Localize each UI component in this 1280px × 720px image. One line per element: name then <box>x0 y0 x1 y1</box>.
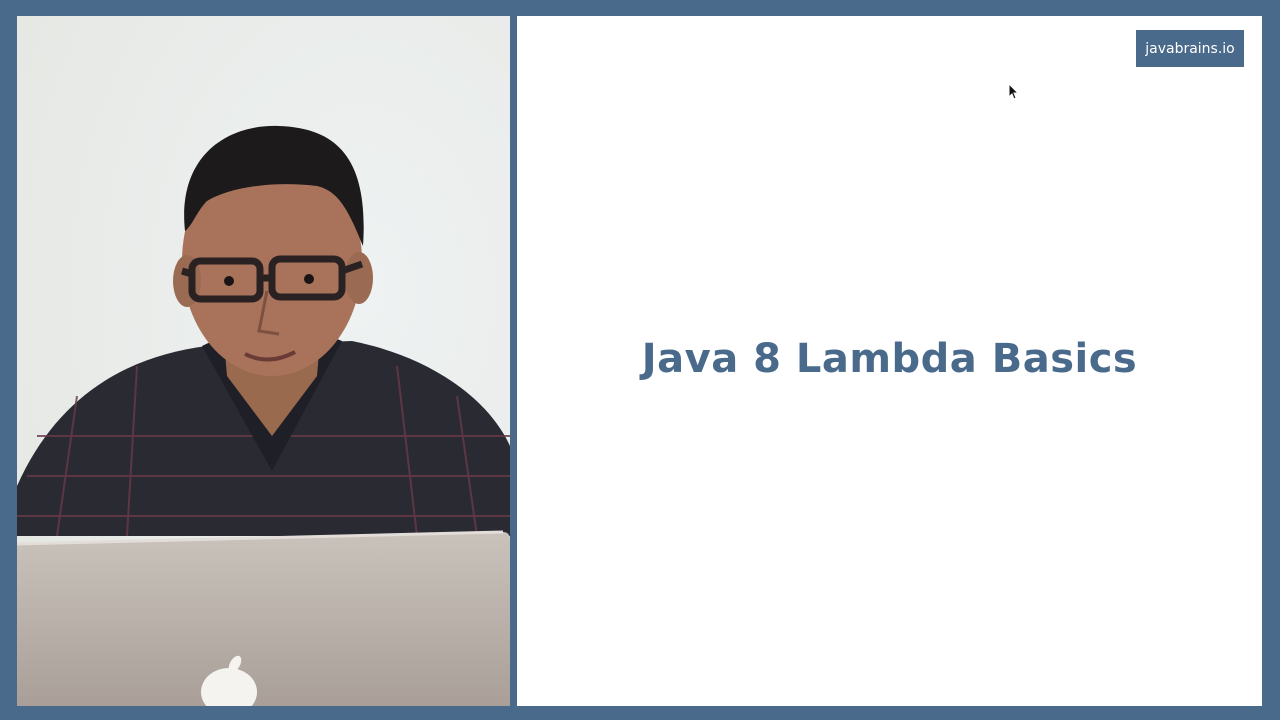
brand-badge: javabrains.io <box>1136 30 1244 67</box>
video-frame: Java 8 Lambda Basics javabrains.io <box>0 0 1280 720</box>
presenter-image <box>17 16 510 706</box>
presenter-eye-left <box>224 276 234 286</box>
webcam-feed <box>17 16 510 706</box>
mouse-cursor-icon <box>1009 84 1019 100</box>
slide-title: Java 8 Lambda Basics <box>641 336 1138 382</box>
laptop-lid <box>17 532 510 706</box>
slide-panel: Java 8 Lambda Basics javabrains.io <box>517 16 1262 706</box>
presenter-ear-right <box>345 252 373 304</box>
presenter-eye-right <box>304 274 314 284</box>
